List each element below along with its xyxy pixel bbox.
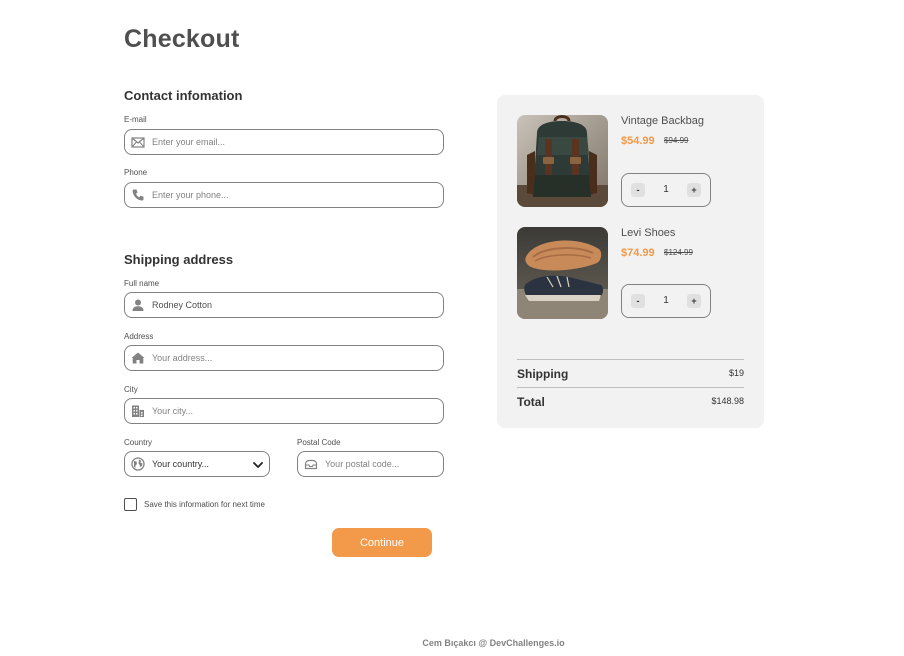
envelope-icon — [131, 135, 145, 149]
save-info-checkbox[interactable] — [124, 498, 137, 511]
postal-label: Postal Code — [297, 438, 341, 447]
divider — [517, 359, 744, 360]
country-label: Country — [124, 438, 153, 447]
phone-label: Phone — [124, 168, 148, 177]
page-title: Checkout — [124, 25, 240, 53]
chevron-down-icon — [252, 458, 264, 470]
phone-field[interactable]: Enter your phone... — [124, 182, 444, 208]
address-label: Address — [124, 332, 154, 341]
email-label: E-mail — [124, 115, 147, 124]
mailbox-icon — [304, 457, 318, 471]
product-price: $74.99 — [621, 247, 655, 259]
globe-icon — [131, 457, 145, 471]
product-name: Vintage Backbag — [621, 115, 704, 127]
shipping-label: Shipping — [517, 367, 569, 381]
city-label: City — [124, 385, 138, 394]
product-old-price: $94.99 — [664, 136, 689, 145]
product-name: Levi Shoes — [621, 227, 676, 239]
city-placeholder: Your city... — [152, 406, 194, 416]
fullname-label: Full name — [124, 279, 160, 288]
cart-summary: Vintage Backbag $54.99 $94.99 - 1 + Levi… — [497, 95, 764, 428]
email-field[interactable]: Enter your email... — [124, 129, 444, 155]
increase-button[interactable]: + — [687, 294, 701, 308]
product-old-price: $124.99 — [664, 248, 693, 257]
country-value: Your country... — [152, 459, 210, 469]
address-placeholder: Your address... — [152, 353, 213, 363]
continue-button[interactable]: Continue — [332, 528, 432, 557]
increase-button[interactable]: + — [687, 183, 701, 197]
total-label: Total — [517, 395, 545, 409]
quantity-stepper: - 1 + — [621, 284, 711, 318]
shipping-value: $19 — [728, 368, 744, 378]
total-value: $148.98 — [711, 396, 744, 406]
address-field[interactable]: Your address... — [124, 345, 444, 371]
home-icon — [131, 351, 145, 365]
fullname-field[interactable]: Rodney Cotton — [124, 292, 444, 318]
phone-placeholder: Enter your phone... — [152, 190, 229, 200]
city-field[interactable]: Your city... — [124, 398, 444, 424]
fullname-value: Rodney Cotton — [152, 300, 213, 310]
postal-field[interactable]: Your postal code... — [297, 451, 444, 477]
save-info-label: Save this information for next time — [144, 500, 265, 509]
shipping-section-title: Shipping address — [124, 252, 234, 267]
quantity-stepper: - 1 + — [621, 173, 711, 207]
divider — [517, 387, 744, 388]
backpack-image — [517, 115, 608, 207]
product-price: $54.99 — [621, 135, 655, 147]
email-placeholder: Enter your email... — [152, 137, 226, 147]
contact-section-title: Contact infomation — [124, 88, 243, 103]
postal-placeholder: Your postal code... — [325, 459, 400, 469]
country-select[interactable]: Your country... — [124, 451, 270, 477]
shoes-image — [517, 227, 608, 319]
phone-icon — [131, 188, 145, 202]
user-icon — [131, 298, 145, 312]
footer-credit: Cem Bıçakcı @ DevChallenges.io — [422, 638, 565, 648]
city-icon — [131, 404, 145, 418]
